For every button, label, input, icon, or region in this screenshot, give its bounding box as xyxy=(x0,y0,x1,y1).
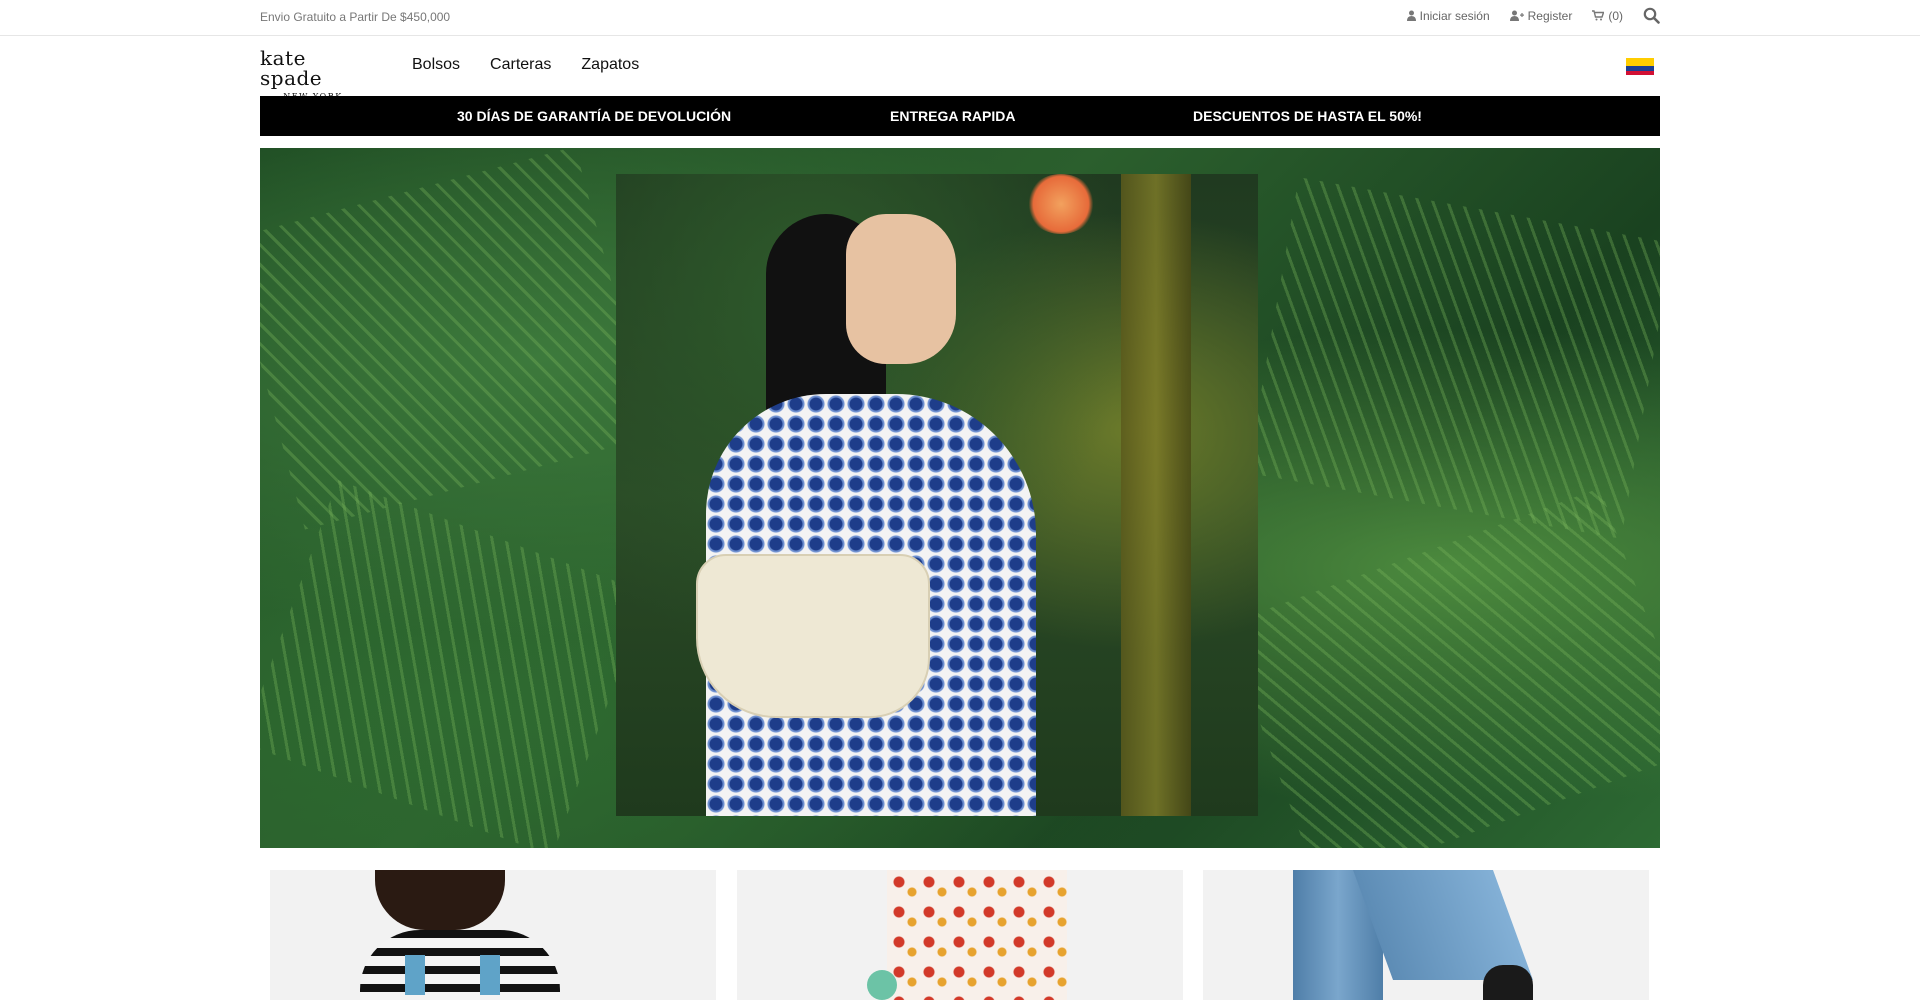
fern-leaf-decoration xyxy=(1224,488,1660,848)
main-nav: Bolsos Carteras Zapatos xyxy=(412,56,639,74)
category-tile-backpack[interactable] xyxy=(270,870,716,1000)
kate-spade-logo[interactable]: kate spade NEW YORK xyxy=(260,46,370,101)
top-utility-bar: Envio Gratuito a Partir De $450,000 Inic… xyxy=(0,0,1920,36)
login-label: Iniciar sesión xyxy=(1419,8,1490,23)
promo-fast-delivery: ENTREGA RAPIDA xyxy=(890,108,1016,124)
nav-item-carteras[interactable]: Carteras xyxy=(490,56,551,74)
free-shipping-notice: Envio Gratuito a Partir De $450,000 xyxy=(260,10,451,24)
register-label: Register xyxy=(1527,8,1573,23)
promo-returns: 30 DÍAS DE GARANTÍA DE DEVOLUCIÓN xyxy=(457,108,732,124)
account-utilities: Iniciar sesión Register (0) xyxy=(1406,7,1660,24)
cart-icon xyxy=(1592,10,1605,21)
login-link[interactable]: Iniciar sesión xyxy=(1406,8,1490,23)
promo-banner: 30 DÍAS DE GARANTÍA DE DEVOLUCIÓN ENTREG… xyxy=(260,96,1660,136)
search-icon xyxy=(1643,7,1660,24)
user-plus-icon xyxy=(1509,10,1524,21)
cart-count: (0) xyxy=(1608,8,1623,23)
fern-leaf-decoration xyxy=(1246,177,1660,539)
register-link[interactable]: Register xyxy=(1509,8,1573,23)
fern-leaf-decoration xyxy=(260,148,653,530)
logo-wordmark: kate spade xyxy=(260,46,323,90)
nav-item-bolsos[interactable]: Bolsos xyxy=(412,56,460,74)
site-header: kate spade NEW YORK Bolsos Carteras Zapa… xyxy=(260,36,1660,101)
promo-discounts: DESCUENTOS DE HASTA EL 50%! xyxy=(1193,108,1422,124)
category-tile-shoes[interactable] xyxy=(1203,870,1649,1000)
search-button[interactable] xyxy=(1643,7,1660,24)
cart-link[interactable]: (0) xyxy=(1592,9,1623,23)
nav-item-zapatos[interactable]: Zapatos xyxy=(581,56,639,74)
category-tile-dress[interactable] xyxy=(737,870,1183,1000)
hero-model-photo xyxy=(616,174,1258,816)
fern-leaf-decoration xyxy=(260,480,648,848)
user-icon xyxy=(1406,10,1416,21)
hero-banner[interactable] xyxy=(260,148,1660,848)
colombia-flag-icon[interactable] xyxy=(1626,58,1654,75)
